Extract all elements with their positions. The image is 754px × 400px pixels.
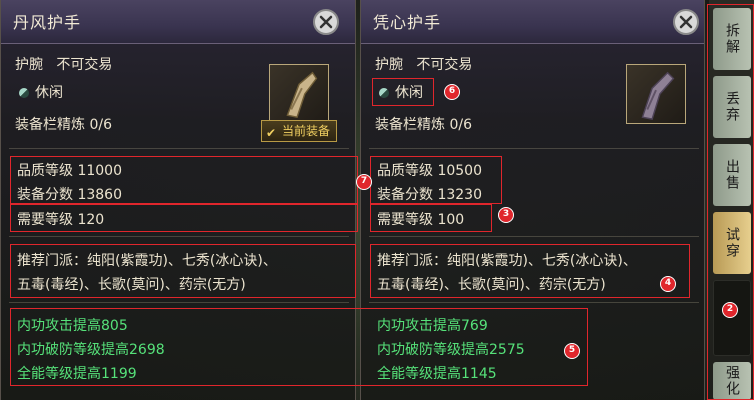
equipped-tag: ✔ 当前装备 — [261, 120, 337, 142]
item-gauntlet-icon[interactable] — [269, 64, 329, 124]
item-title: 凭心护手 — [373, 13, 442, 32]
item-gauntlet-icon[interactable] — [626, 64, 686, 124]
annotation-badge: 3 — [498, 207, 514, 223]
divider — [9, 148, 349, 149]
highlight-sidebar — [707, 4, 754, 400]
highlight-stats — [10, 308, 588, 386]
annotation-badge: 5 — [564, 343, 580, 359]
item-title: 丹风护手 — [13, 13, 82, 32]
check-icon: ✔ — [266, 126, 277, 140]
divider — [369, 302, 699, 303]
tooltip-header: 丹风护手 — [1, 0, 355, 44]
highlight-right-style — [372, 78, 434, 106]
close-icon — [319, 15, 333, 29]
annotation-badge: 6 — [444, 84, 460, 100]
item-refine: 装备栏精炼 0/6 — [375, 117, 472, 133]
item-style: 休闲 — [19, 82, 63, 102]
highlight-left-level — [10, 204, 358, 232]
item-refine: 装备栏精炼 0/6 — [15, 117, 112, 133]
close-button[interactable] — [673, 9, 699, 35]
tooltip-header: 凭心护手 — [361, 0, 704, 44]
highlight-right-quality — [370, 156, 502, 204]
annotation-badge: 7 — [356, 174, 372, 190]
divider — [9, 236, 349, 237]
style-icon — [19, 88, 29, 98]
highlight-right-level — [370, 204, 492, 232]
item-slot: 护腕 不可交易 — [15, 57, 113, 73]
close-button[interactable] — [313, 9, 339, 35]
highlight-left-quality — [10, 156, 358, 204]
item-slot: 护腕 不可交易 — [375, 57, 473, 73]
divider — [369, 148, 699, 149]
gauntlet-icon — [641, 71, 675, 120]
annotation-badge: 2 — [722, 302, 738, 318]
highlight-right-schools — [370, 244, 690, 298]
gauntlet-icon — [286, 71, 318, 119]
divider — [9, 302, 349, 303]
highlight-left-schools — [10, 244, 356, 298]
close-icon — [679, 15, 693, 29]
annotation-badge: 4 — [660, 276, 676, 292]
divider — [369, 236, 699, 237]
